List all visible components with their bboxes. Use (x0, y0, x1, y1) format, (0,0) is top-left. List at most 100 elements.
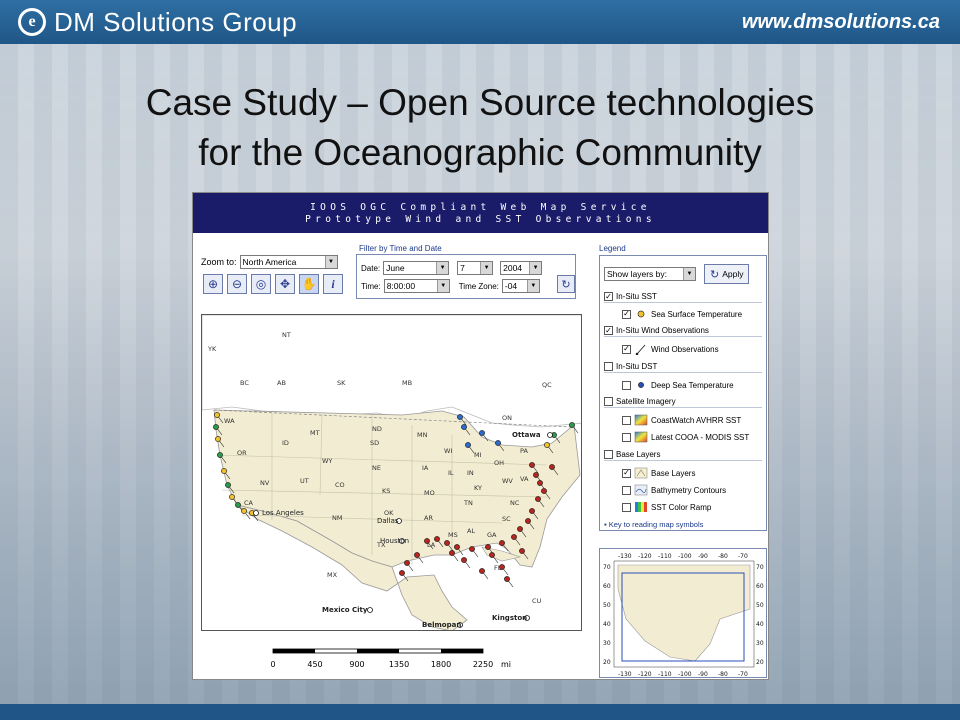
city-los-angeles[interactable]: Los Angeles (253, 509, 305, 517)
legend-group-insitu-dst[interactable]: In-Situ DST (604, 362, 762, 373)
legend-item-dst[interactable]: Deep Sea Temperature (622, 379, 734, 391)
legend-group-base[interactable]: Base Layers (604, 450, 762, 461)
observation-point[interactable] (461, 424, 467, 430)
legend-group-satellite[interactable]: Satellite Imagery (604, 397, 762, 408)
checkbox[interactable]: ✓ (604, 326, 613, 335)
info-icon[interactable]: i (323, 274, 343, 294)
map-view[interactable]: NT YK BC AB SK MB QC ON WA MT ND MN OR ID WY SD WI MI NE IA… (201, 314, 582, 631)
observation-point[interactable] (213, 424, 219, 430)
apply-button[interactable]: ↻ Apply (704, 264, 750, 284)
observation-point[interactable] (499, 540, 505, 546)
time-value: 8:00:00 (386, 281, 416, 291)
observation-point[interactable] (449, 550, 455, 556)
observation-point[interactable] (495, 440, 501, 446)
legend-group-insitu-wind[interactable]: ✓ In-Situ Wind Observations (604, 326, 762, 337)
zoom-to-select[interactable]: North America ▼ (239, 255, 338, 269)
observation-point[interactable] (489, 552, 495, 558)
overview-map[interactable]: -130 -120 -110 -100 -90 -80 -70 -130 -120 -110 -10… (599, 548, 767, 678)
observation-point[interactable] (465, 442, 471, 448)
legend-item-bathymetry[interactable]: Bathymetry Contours (622, 484, 726, 496)
checkbox[interactable] (622, 485, 631, 495)
observation-point[interactable] (504, 576, 510, 582)
month-select[interactable]: June ▼ (383, 261, 450, 275)
zoom-in-icon[interactable]: ⊕ (203, 274, 223, 294)
observation-point[interactable] (424, 538, 430, 544)
checkbox[interactable] (622, 502, 631, 512)
zoom-extent-icon[interactable]: ◎ (251, 274, 271, 294)
year-select[interactable]: 2004 ▼ (500, 261, 543, 275)
observation-point[interactable] (529, 508, 535, 514)
observation-point[interactable] (499, 564, 505, 570)
refresh-icon[interactable]: ↻ (557, 275, 575, 293)
legend-group-insitu-sst[interactable]: ✓ In-Situ SST (604, 292, 762, 303)
city-mexico-city[interactable]: Mexico City (322, 606, 373, 614)
observation-point[interactable] (535, 496, 541, 502)
checkbox[interactable] (622, 415, 631, 425)
checkbox[interactable]: ✓ (622, 344, 631, 354)
observation-point[interactable] (544, 442, 550, 448)
observation-point[interactable] (217, 452, 223, 458)
observation-point[interactable] (221, 468, 227, 474)
checkbox[interactable]: ✓ (604, 292, 613, 301)
city-kingston[interactable]: Kingston (492, 614, 530, 622)
observation-point[interactable] (461, 557, 467, 563)
legend-item-sst[interactable]: ✓ Sea Surface Temperature (622, 308, 742, 320)
observation-point[interactable] (241, 508, 247, 514)
observation-point[interactable] (517, 526, 523, 532)
legend-item-wind[interactable]: ✓ Wind Observations (622, 343, 719, 355)
checkbox[interactable]: ✓ (622, 468, 631, 478)
observation-point[interactable] (479, 430, 485, 436)
observation-point[interactable] (549, 464, 555, 470)
observation-point[interactable] (229, 494, 235, 500)
map-canvas[interactable]: NT YK BC AB SK MB QC ON WA MT ND MN OR ID WY SD WI MI NE IA… (202, 315, 582, 631)
checkbox[interactable] (622, 432, 631, 442)
observation-point[interactable] (469, 546, 475, 552)
observation-point[interactable] (454, 544, 460, 550)
observation-point[interactable] (533, 472, 539, 478)
legend-item-sst-ramp[interactable]: SST Color Ramp (622, 501, 711, 513)
overview-tick-left: 50 (603, 602, 611, 609)
observation-point[interactable] (404, 560, 410, 566)
pan-icon[interactable]: ✥ (275, 274, 295, 294)
base-layer-icon (634, 467, 648, 479)
observation-point[interactable] (214, 412, 220, 418)
overview-tick-top: -130 (618, 553, 632, 560)
observation-point[interactable] (225, 482, 231, 488)
observation-point[interactable] (399, 570, 405, 576)
city-belmopan[interactable]: Belmopan (422, 621, 463, 629)
timezone-select[interactable]: -04 ▼ (501, 279, 540, 293)
observation-point[interactable] (215, 436, 221, 442)
observation-point[interactable] (569, 422, 575, 428)
bathymetry-icon (634, 484, 648, 496)
zoom-out-icon[interactable]: ⊖ (227, 274, 247, 294)
observation-point[interactable] (541, 488, 547, 494)
observation-point[interactable] (457, 414, 463, 420)
checkbox[interactable] (604, 362, 613, 371)
overview-canvas[interactable]: -130 -120 -110 -100 -90 -80 -70 -130 -120 -110 -10… (600, 549, 768, 679)
day-select[interactable]: 7 ▼ (457, 261, 494, 275)
hand-icon[interactable]: ✋ (299, 274, 319, 294)
key-to-symbols-link[interactable]: ▪ Key to reading map symbols (604, 520, 703, 529)
city-dallas[interactable]: Dallas (377, 517, 402, 525)
legend-item-base-layers[interactable]: ✓ Base Layers (622, 467, 695, 479)
observation-point[interactable] (444, 540, 450, 546)
observation-point[interactable] (485, 544, 491, 550)
observation-point[interactable] (414, 552, 420, 558)
observation-point[interactable] (511, 534, 517, 540)
legend-item-avhrr[interactable]: CoastWatch AVHRR SST (622, 414, 741, 426)
observation-point[interactable] (519, 548, 525, 554)
checkbox[interactable]: ✓ (622, 309, 631, 319)
observation-point[interactable] (235, 502, 241, 508)
time-select[interactable]: 8:00:00 ▼ (383, 279, 450, 293)
checkbox[interactable] (604, 397, 613, 406)
legend-item-modis[interactable]: Latest COOA - MODIS SST (622, 431, 749, 443)
city-houston[interactable]: Houston (380, 537, 409, 545)
observation-point[interactable] (537, 480, 543, 486)
observation-point[interactable] (525, 518, 531, 524)
observation-point[interactable] (529, 462, 535, 468)
checkbox[interactable] (604, 450, 613, 459)
show-layers-select[interactable]: Show layers by: ▼ (604, 267, 696, 281)
checkbox[interactable] (622, 380, 631, 390)
observation-point[interactable] (434, 536, 440, 542)
observation-point[interactable] (479, 568, 485, 574)
